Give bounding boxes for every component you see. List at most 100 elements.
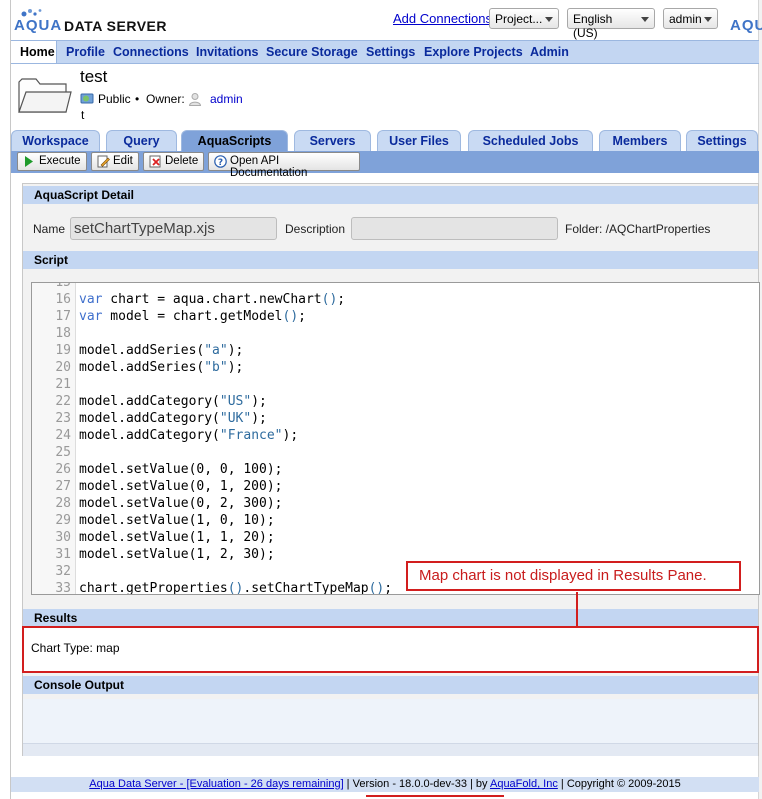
- window-left-edge: [0, 0, 11, 799]
- nav-profile[interactable]: Profile: [66, 45, 105, 59]
- company-link[interactable]: AquaFold, Inc: [490, 778, 558, 790]
- edit-button-label: Edit: [113, 155, 133, 167]
- project-title: test: [80, 67, 108, 86]
- line-number: 21: [55, 377, 71, 392]
- main-nav: Home Profile Connections Invitations Sec…: [11, 40, 759, 64]
- tab-settings[interactable]: Settings: [686, 130, 758, 151]
- line-number: 20: [55, 360, 71, 375]
- user-icon: [188, 93, 202, 106]
- tab-scheduled-jobs[interactable]: Scheduled Jobs: [468, 130, 593, 151]
- globe-icon: [80, 93, 94, 104]
- project-dropdown[interactable]: Project...: [489, 8, 559, 29]
- code-text: model.setValue(1, 1, 20);: [79, 530, 275, 545]
- app-logo[interactable]: AQUA DATA SERVER: [14, 6, 174, 36]
- code-text: model.addSeries("a");: [79, 343, 244, 358]
- line-number: 32: [55, 564, 71, 579]
- script-editor[interactable]: 15 16 var chart = aqua.chart.newChart(); 17…: [31, 282, 760, 595]
- owner-link[interactable]: admin: [210, 92, 243, 106]
- tab-servers[interactable]: Servers: [294, 130, 371, 151]
- section-heading-script: Script: [23, 251, 758, 269]
- line-number: 19: [55, 343, 71, 358]
- code-text: var chart = aqua.chart.newChart();: [79, 292, 346, 307]
- nav-connections[interactable]: Connections: [113, 45, 189, 59]
- folder-path: Folder: /AQChartProperties: [565, 222, 711, 236]
- code-line: 16 var chart = aqua.chart.newChart();: [32, 292, 759, 309]
- code-line: 20 model.addSeries("b");: [32, 360, 759, 377]
- nav-secure-storage[interactable]: Secure Storage: [266, 45, 358, 59]
- code-text: model.addSeries("b");: [79, 360, 244, 375]
- description-field[interactable]: [351, 217, 558, 240]
- tab-members[interactable]: Members: [599, 130, 681, 151]
- name-label: Name: [33, 222, 66, 236]
- annotation-version-underline: [366, 795, 504, 797]
- separator-dot: •: [135, 92, 140, 106]
- line-number: 23: [55, 411, 71, 426]
- execute-button-label: Execute: [39, 155, 81, 167]
- project-description: t: [81, 108, 85, 122]
- nav-settings[interactable]: Settings: [366, 45, 415, 59]
- console-output-pane: [23, 699, 758, 743]
- line-number: 17: [55, 309, 71, 324]
- open-api-docs-button[interactable]: ? Open API Documentation: [208, 152, 360, 179]
- line-number: 33: [55, 581, 71, 595]
- section-heading-results: Results: [23, 609, 758, 627]
- edit-button[interactable]: Edit: [91, 152, 139, 171]
- user-dropdown[interactable]: admin: [663, 8, 718, 29]
- panel-bottom-band: [23, 743, 758, 756]
- add-connections-link[interactable]: Add Connections: [393, 11, 492, 26]
- line-number: 25: [55, 445, 71, 460]
- edit-icon: [97, 155, 110, 168]
- folder-icon: [18, 78, 72, 113]
- tab-user-files[interactable]: User Files: [377, 130, 461, 151]
- play-icon: [25, 156, 33, 167]
- project-dropdown-label: Project...: [495, 12, 543, 26]
- line-number: 15: [55, 282, 71, 290]
- tab-aquascripts[interactable]: AquaScripts: [181, 130, 288, 151]
- chevron-down-icon: [545, 17, 553, 22]
- project-tabs: Workspace Query AquaScripts Servers User…: [11, 130, 759, 152]
- line-number: 16: [55, 292, 71, 307]
- line-number: 28: [55, 496, 71, 511]
- delete-button[interactable]: Delete: [143, 152, 204, 171]
- code-line: 17 var model = chart.getModel();: [32, 309, 759, 326]
- secondary-logo: AQUA: [730, 6, 762, 36]
- line-number: 29: [55, 513, 71, 528]
- nav-home[interactable]: Home: [11, 41, 57, 63]
- nav-invitations[interactable]: Invitations: [196, 45, 259, 59]
- language-dropdown[interactable]: English (US): [567, 8, 655, 40]
- code-text: model.addCategory("US");: [79, 394, 267, 409]
- code-line: 28 model.setValue(0, 2, 300);: [32, 496, 759, 513]
- code-line: 30 model.setValue(1, 1, 20);: [32, 530, 759, 547]
- code-text: chart.getProperties().setChartTypeMap();: [79, 581, 393, 595]
- name-field[interactable]: setChartTypeMap.xjs: [70, 217, 277, 240]
- code-line: 23 model.addCategory("UK");: [32, 411, 759, 428]
- delete-button-label: Delete: [165, 155, 199, 167]
- logo-word-data-server: DATA SERVER: [64, 18, 167, 34]
- annotation-results-highlight: [22, 626, 759, 673]
- annotation-callout: Map chart is not displayed in Results Pa…: [406, 561, 741, 591]
- section-heading-console: Console Output: [23, 676, 758, 694]
- server-info-link[interactable]: Aqua Data Server - [Evaluation - 26 days…: [89, 778, 343, 790]
- line-number: 18: [55, 326, 71, 341]
- code-text: model.setValue(0, 1, 200);: [79, 479, 283, 494]
- code-line: 18: [32, 326, 759, 343]
- code-text: model.addCategory("UK");: [79, 411, 267, 426]
- code-text: model.setValue(0, 0, 100);: [79, 462, 283, 477]
- line-number: 24: [55, 428, 71, 443]
- code-line: 29 model.setValue(1, 0, 10);: [32, 513, 759, 530]
- section-heading-detail: AquaScript Detail: [23, 186, 758, 204]
- line-number: 22: [55, 394, 71, 409]
- tab-query[interactable]: Query: [106, 130, 177, 151]
- code-text: model.addCategory("France");: [79, 428, 299, 443]
- tab-workspace[interactable]: Workspace: [11, 130, 100, 151]
- execute-button[interactable]: Execute: [17, 152, 87, 171]
- footer: Aqua Data Server - [Evaluation - 26 days…: [11, 777, 759, 792]
- description-label: Description: [285, 222, 346, 236]
- nav-explore-projects[interactable]: Explore Projects: [424, 45, 523, 59]
- code-line: 26 model.setValue(0, 0, 100);: [32, 462, 759, 479]
- code-line: 27 model.setValue(0, 1, 200);: [32, 479, 759, 496]
- code-text: model.setValue(0, 2, 300);: [79, 496, 283, 511]
- code-line: 19 model.addSeries("a");: [32, 343, 759, 360]
- code-line: 21: [32, 377, 759, 394]
- nav-admin[interactable]: Admin: [530, 45, 569, 59]
